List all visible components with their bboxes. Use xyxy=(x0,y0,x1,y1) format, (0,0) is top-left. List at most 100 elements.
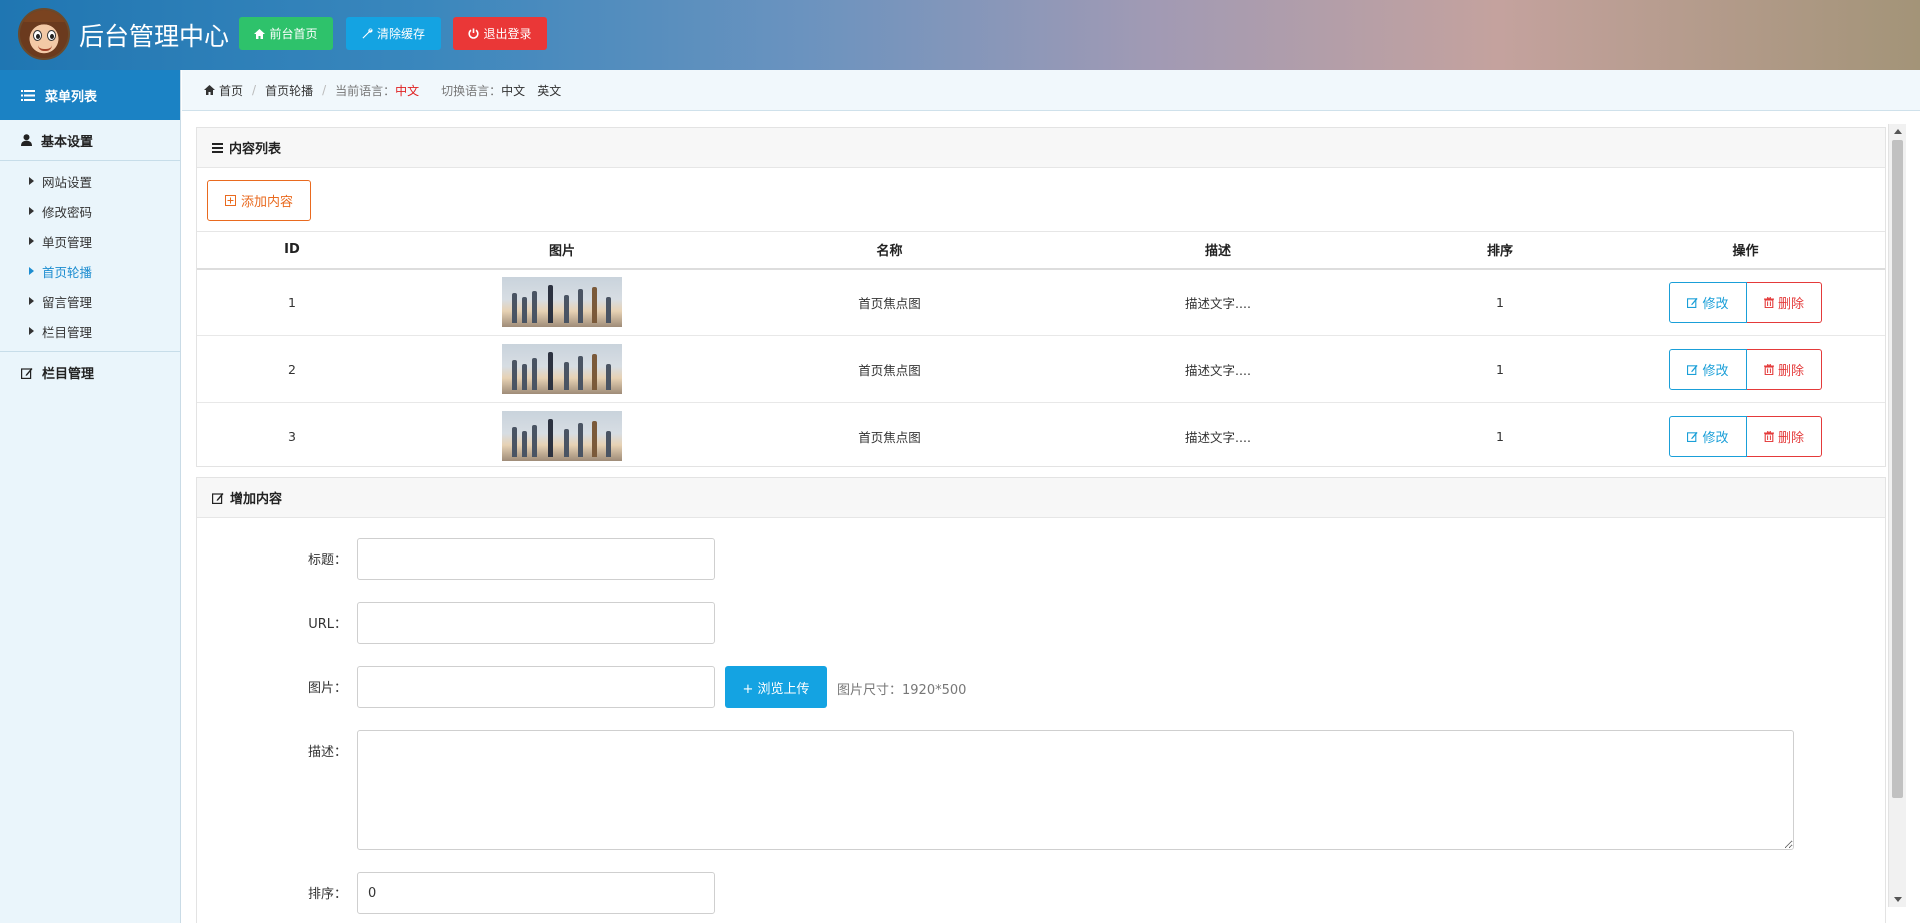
sidebar: 菜单列表 基本设置 网站设置 修改密码 单页管理 首页轮播 留言管理 栏目管理 … xyxy=(0,70,181,923)
sidebar-group-label: 栏目管理 xyxy=(42,367,95,382)
cell-sort: 1 xyxy=(1394,268,1606,336)
cell-id: 1 xyxy=(197,268,387,336)
delete-label: 删除 xyxy=(1777,296,1804,312)
add-content-panel: 增加内容 标题： URL： 图片： + 浏览上传 图片尺寸：1920*500 描… xyxy=(196,477,1886,923)
edit-label: 修改 xyxy=(1702,296,1729,312)
current-language-value: 中文 xyxy=(395,83,420,98)
image-label: 图片： xyxy=(307,681,347,696)
title-input[interactable] xyxy=(357,538,715,580)
table-row: 1 首页焦点图 描述文字.... 1 修改 删除 xyxy=(197,268,1885,336)
form-row-title: 标题： xyxy=(197,538,715,580)
form-row-image: 图片： + 浏览上传 图片尺寸：1920*500 xyxy=(197,666,966,708)
trash-icon xyxy=(1763,363,1774,375)
column-header-id: ID xyxy=(197,231,387,270)
scroll-down-arrow-icon[interactable] xyxy=(1894,897,1902,902)
content-table: ID 图片 名称 描述 排序 操作 1 首页焦点图 描述文字.... 1 修改 xyxy=(197,231,1885,470)
desc-textarea[interactable] xyxy=(357,730,1794,850)
sidebar-menu-head-label: 菜单列表 xyxy=(45,89,98,105)
table-row: 2 首页焦点图 描述文字.... 1 修改 删除 xyxy=(197,335,1885,403)
edit-button[interactable]: 修改 xyxy=(1669,281,1747,323)
sidebar-item-columns[interactable]: 栏目管理 xyxy=(0,316,180,346)
frontend-home-button[interactable]: 前台首页 xyxy=(239,17,333,50)
column-header-sort: 排序 xyxy=(1394,231,1606,270)
clear-cache-button[interactable]: 清除缓存 xyxy=(346,17,441,50)
switch-language-en-link[interactable]: 英文 xyxy=(537,82,561,99)
clear-cache-label: 清除缓存 xyxy=(376,27,425,41)
breadcrumb-home-link[interactable]: 首页 xyxy=(219,82,243,99)
column-header-desc: 描述 xyxy=(1042,231,1394,270)
sidebar-item-label: 栏目管理 xyxy=(42,324,93,340)
sidebar-item-messages[interactable]: 留言管理 xyxy=(0,286,180,316)
sidebar-item-home-carousel[interactable]: 首页轮播 xyxy=(0,256,180,286)
sidebar-item-site-settings[interactable]: 网站设置 xyxy=(0,166,180,196)
sort-input[interactable] xyxy=(357,872,715,914)
sidebar-item-label: 留言管理 xyxy=(42,294,93,310)
bars-icon xyxy=(212,142,223,153)
cell-desc: 描述文字.... xyxy=(1042,268,1394,336)
scroll-up-arrow-icon[interactable] xyxy=(1894,129,1902,134)
edit-button[interactable]: 修改 xyxy=(1669,348,1747,390)
add-content-button[interactable]: 添加内容 xyxy=(207,180,311,221)
delete-button[interactable]: 删除 xyxy=(1747,415,1822,457)
content-list-title: 内容列表 xyxy=(229,142,282,157)
breadcrumb: 首页 / 首页轮播 / 当前语言： 中文 切换语言： 中文 英文 xyxy=(182,70,1920,111)
cell-id: 2 xyxy=(197,335,387,403)
delete-label: 删除 xyxy=(1777,363,1804,379)
cell-sort: 1 xyxy=(1496,428,1504,444)
edit-icon xyxy=(212,492,224,504)
form-row-desc: 描述： xyxy=(197,730,1794,850)
cell-actions: 修改 删除 xyxy=(1606,268,1885,336)
home-icon xyxy=(204,85,215,95)
vertical-scrollbar[interactable] xyxy=(1888,124,1906,907)
edit-label: 修改 xyxy=(1702,430,1729,446)
switch-language-label: 切换语言： xyxy=(441,83,502,98)
edit-icon xyxy=(1687,297,1699,308)
edit-button[interactable]: 修改 xyxy=(1669,415,1747,457)
image-path-input[interactable] xyxy=(357,666,715,708)
cell-image xyxy=(387,268,737,336)
cell-desc: 描述文字.... xyxy=(1042,335,1394,403)
scrollbar-thumb[interactable] xyxy=(1892,140,1903,798)
sidebar-group-basic-settings[interactable]: 基本设置 xyxy=(0,120,180,161)
wrench-icon xyxy=(362,28,373,39)
edit-icon xyxy=(21,367,33,379)
sidebar-item-single-page[interactable]: 单页管理 xyxy=(0,226,180,256)
carousel-thumbnail[interactable] xyxy=(502,277,622,328)
add-content-title: 增加内容 xyxy=(230,492,283,507)
power-icon xyxy=(468,28,480,39)
delete-label: 删除 xyxy=(1777,430,1804,446)
cell-image xyxy=(387,403,737,470)
sidebar-item-change-password[interactable]: 修改密码 xyxy=(0,196,180,226)
cell-name: 首页焦点图 xyxy=(858,429,921,445)
url-label: URL： xyxy=(308,617,347,632)
desc-label: 描述： xyxy=(307,745,347,760)
sidebar-group-column-management[interactable]: 栏目管理 xyxy=(0,352,180,393)
main-content: 内容列表 添加内容 ID 图片 名称 描述 排序 操作 1 首页焦点图 描述文字… xyxy=(182,111,1920,923)
content-list-panel: 内容列表 添加内容 ID 图片 名称 描述 排序 操作 1 首页焦点图 描述文字… xyxy=(196,127,1886,467)
logout-button[interactable]: 退出登录 xyxy=(453,17,547,50)
top-header: 后台管理中心 前台首页 清除缓存 退出登录 xyxy=(0,0,1920,70)
cell-name: 首页焦点图 xyxy=(737,268,1042,336)
add-content-header: 增加内容 xyxy=(197,478,1885,518)
trash-icon xyxy=(1763,296,1774,308)
caret-right-icon xyxy=(29,267,34,275)
sidebar-item-label: 单页管理 xyxy=(42,234,93,250)
switch-language-zh-link[interactable]: 中文 xyxy=(501,82,525,99)
carousel-thumbnail[interactable] xyxy=(502,411,622,462)
caret-right-icon xyxy=(29,237,34,245)
carousel-thumbnail[interactable] xyxy=(502,344,622,394)
caret-right-icon xyxy=(29,297,34,305)
sidebar-group-label: 基本设置 xyxy=(41,134,94,150)
browse-upload-button[interactable]: + 浏览上传 xyxy=(725,666,827,708)
sidebar-submenu: 网站设置 修改密码 单页管理 首页轮播 留言管理 栏目管理 xyxy=(0,161,180,352)
delete-button[interactable]: 删除 xyxy=(1747,348,1822,390)
delete-button[interactable]: 删除 xyxy=(1747,281,1822,323)
content-list-header: 内容列表 xyxy=(197,128,1885,168)
site-title: 后台管理中心 xyxy=(79,22,230,51)
url-input[interactable] xyxy=(357,602,715,644)
edit-icon xyxy=(1687,431,1699,442)
cell-id: 3 xyxy=(288,428,296,444)
sidebar-item-label: 网站设置 xyxy=(42,174,93,190)
caret-right-icon xyxy=(29,327,34,335)
add-content-label: 添加内容 xyxy=(240,195,293,210)
